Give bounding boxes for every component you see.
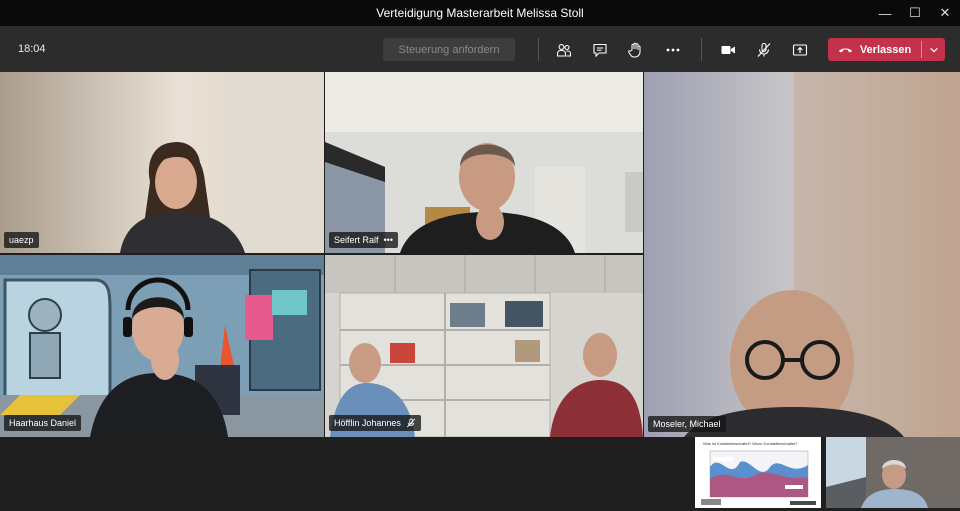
participant-name-tag: Höfflin Johannes — [329, 415, 421, 431]
video-tile-uaezp[interactable]: uaezp — [0, 72, 324, 253]
participant-name: Haarhaus Daniel — [9, 418, 77, 428]
video-tile-hoefflin-johannes[interactable]: Höfflin Johannes — [325, 255, 643, 437]
participant-name-tag: Haarhaus Daniel — [4, 415, 82, 431]
more-options-button[interactable] — [660, 38, 686, 61]
chat-icon — [593, 43, 607, 57]
participant-name: Seifert Ralf — [334, 235, 379, 245]
raise-hand-icon — [628, 42, 641, 57]
window-title: Verteidigung Masterarbeit Melissa Stoll — [376, 6, 584, 20]
title-bar: Verteidigung Masterarbeit Melissa Stoll … — [0, 0, 960, 26]
meeting-window: Verteidigung Masterarbeit Melissa Stoll … — [0, 0, 960, 511]
close-window-button[interactable]: ✕ — [928, 0, 960, 26]
share-screen-button[interactable] — [787, 38, 813, 61]
participant-name: uaezp — [9, 235, 34, 245]
participant-video — [325, 72, 643, 253]
meeting-clock: 18:04 — [18, 43, 46, 55]
minimize-button[interactable]: — — [868, 0, 902, 26]
leave-button-label: Verlassen — [859, 43, 912, 56]
more-options-icon — [666, 48, 680, 51]
maximize-button[interactable]: ☐ — [898, 0, 932, 26]
phone-hangup-icon — [838, 48, 852, 53]
request-control-button[interactable]: Steuerung anfordern — [383, 38, 515, 61]
meeting-toolbar: 18:04 Steuerung anfordern Verlassen — [0, 26, 960, 72]
participant-name: Höfflin Johannes — [334, 418, 401, 428]
share-screen-icon — [792, 43, 808, 56]
video-tile-moseler-michael[interactable]: Moseler, Michael — [644, 72, 960, 437]
leave-button-group: Verlassen — [828, 38, 945, 61]
people-button[interactable] — [551, 38, 577, 61]
leave-options-button[interactable] — [922, 38, 945, 61]
leave-button[interactable]: Verlassen — [828, 38, 921, 61]
participant-video — [0, 255, 324, 437]
people-icon — [556, 43, 572, 57]
participant-name-tag: uaezp — [4, 232, 39, 248]
chat-button[interactable] — [587, 38, 613, 61]
self-video-thumbnail[interactable] — [826, 437, 960, 508]
participant-name-tag: Moseler, Michael — [648, 416, 726, 432]
video-tile-haarhaus-daniel[interactable]: Haarhaus Daniel — [0, 255, 324, 437]
participant-video — [325, 255, 643, 437]
raise-hand-button[interactable] — [622, 38, 648, 61]
microphone-button[interactable] — [751, 38, 777, 61]
participant-more-options[interactable]: ••• — [384, 235, 393, 245]
video-tile-seifert-ralf[interactable]: Seifert Ralf ••• — [325, 72, 643, 253]
chevron-down-icon — [929, 47, 938, 53]
camera-icon — [721, 45, 735, 54]
self-video — [826, 437, 960, 508]
shared-content-thumbnail[interactable]: Was ist Kontaktbeschaltet? Wozu Kontaktb… — [695, 437, 821, 508]
camera-button[interactable] — [715, 38, 741, 61]
participant-name: Moseler, Michael — [653, 419, 721, 429]
shared-slide-preview — [701, 450, 816, 505]
participant-video — [644, 72, 960, 437]
toolbar-divider — [701, 38, 702, 61]
participant-name-tag: Seifert Ralf ••• — [329, 232, 398, 248]
participant-video — [0, 72, 324, 253]
toolbar-divider — [538, 38, 539, 61]
microphone-muted-icon — [757, 42, 771, 57]
microphone-muted-icon — [406, 418, 415, 428]
